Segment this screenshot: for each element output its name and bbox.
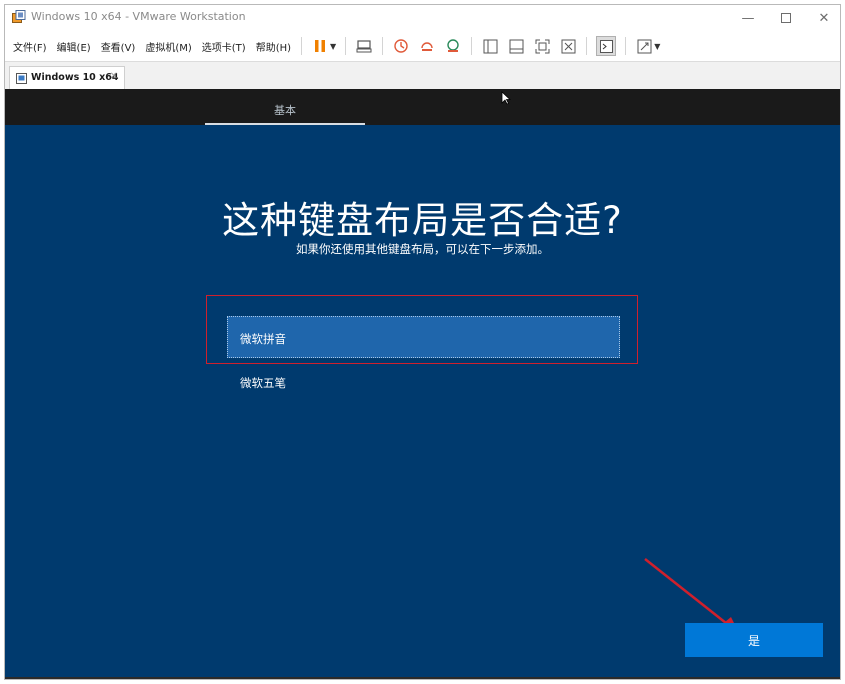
- section-indicator: [205, 123, 365, 125]
- revert-snapshot-icon[interactable]: [418, 37, 436, 55]
- toolbar-separator: [471, 37, 473, 55]
- setup-section-tab: 基本: [205, 89, 365, 125]
- stretch-dropdown-icon[interactable]: ▼: [654, 42, 660, 51]
- sidebar-icon[interactable]: [481, 37, 499, 55]
- menu-help[interactable]: 帮助(H): [256, 39, 291, 54]
- toolbar-separator: [301, 37, 303, 55]
- pause-dropdown-icon[interactable]: ▼: [330, 42, 336, 51]
- unity-icon[interactable]: [559, 37, 577, 55]
- pause-icon[interactable]: [311, 37, 329, 55]
- close-button[interactable]: ✕: [809, 7, 839, 29]
- toolbar-separator: [382, 37, 384, 55]
- menu-view[interactable]: 查看(V): [101, 39, 136, 54]
- vm-screen[interactable]: 基本 这种键盘布局是否合适? 如果你还使用其他键盘布局，可以在下一步添加。 微软…: [5, 89, 840, 679]
- vm-tab-icon: [16, 73, 27, 84]
- menu-toolbar: 文件(F) 编辑(E) 查看(V) 虚拟机(M) 选项卡(T) 帮助(H) ▼: [5, 31, 840, 61]
- keyboard-option-wubi[interactable]: 微软五笔: [240, 375, 286, 391]
- snapshot-icon[interactable]: [392, 37, 410, 55]
- thumbnail-icon[interactable]: [507, 37, 525, 55]
- maximize-button[interactable]: [771, 7, 801, 29]
- fullscreen-icon[interactable]: [533, 37, 551, 55]
- setup-section-label: 基本: [274, 104, 296, 117]
- tab-bar: Windows 10 x64 ✕: [5, 61, 840, 90]
- maximize-icon: [781, 13, 791, 23]
- vm-bottom-bar: [5, 677, 840, 679]
- minimize-icon: —: [741, 10, 755, 26]
- vmware-window: Windows 10 x64 - VMware Workstation — ✕ …: [4, 4, 841, 680]
- toolbar-separator: [625, 37, 627, 55]
- stretch-icon[interactable]: [635, 37, 653, 55]
- toolbar-separator: [345, 37, 347, 55]
- mouse-cursor-icon: [501, 91, 511, 105]
- minimize-button[interactable]: —: [733, 7, 763, 29]
- console-icon[interactable]: [596, 36, 617, 56]
- menu-file[interactable]: 文件(F): [13, 39, 47, 54]
- window-title: Windows 10 x64 - VMware Workstation: [31, 10, 246, 23]
- vmware-app-icon: [12, 10, 26, 23]
- yes-button[interactable]: 是: [685, 623, 823, 657]
- tab-windows-10[interactable]: Windows 10 x64 ✕: [9, 66, 125, 90]
- menu-tabs[interactable]: 选项卡(T): [202, 39, 246, 54]
- menu-edit[interactable]: 编辑(E): [57, 39, 91, 54]
- tab-close-icon[interactable]: ✕: [110, 71, 118, 82]
- toolbar-separator: [586, 37, 588, 55]
- page-subheading: 如果你还使用其他键盘布局，可以在下一步添加。: [296, 242, 549, 256]
- menu-vm[interactable]: 虚拟机(M): [145, 39, 191, 54]
- title-bar: Windows 10 x64 - VMware Workstation — ✕: [5, 5, 840, 31]
- tab-label: Windows 10 x64: [31, 72, 119, 83]
- close-icon: ✕: [818, 10, 830, 26]
- annotation-highlight-box: [206, 295, 638, 364]
- page-heading: 这种键盘布局是否合适?: [222, 199, 623, 242]
- snapshot-manager-icon[interactable]: [444, 37, 462, 55]
- setup-header: 基本: [5, 89, 840, 125]
- send-keys-icon[interactable]: [355, 37, 373, 55]
